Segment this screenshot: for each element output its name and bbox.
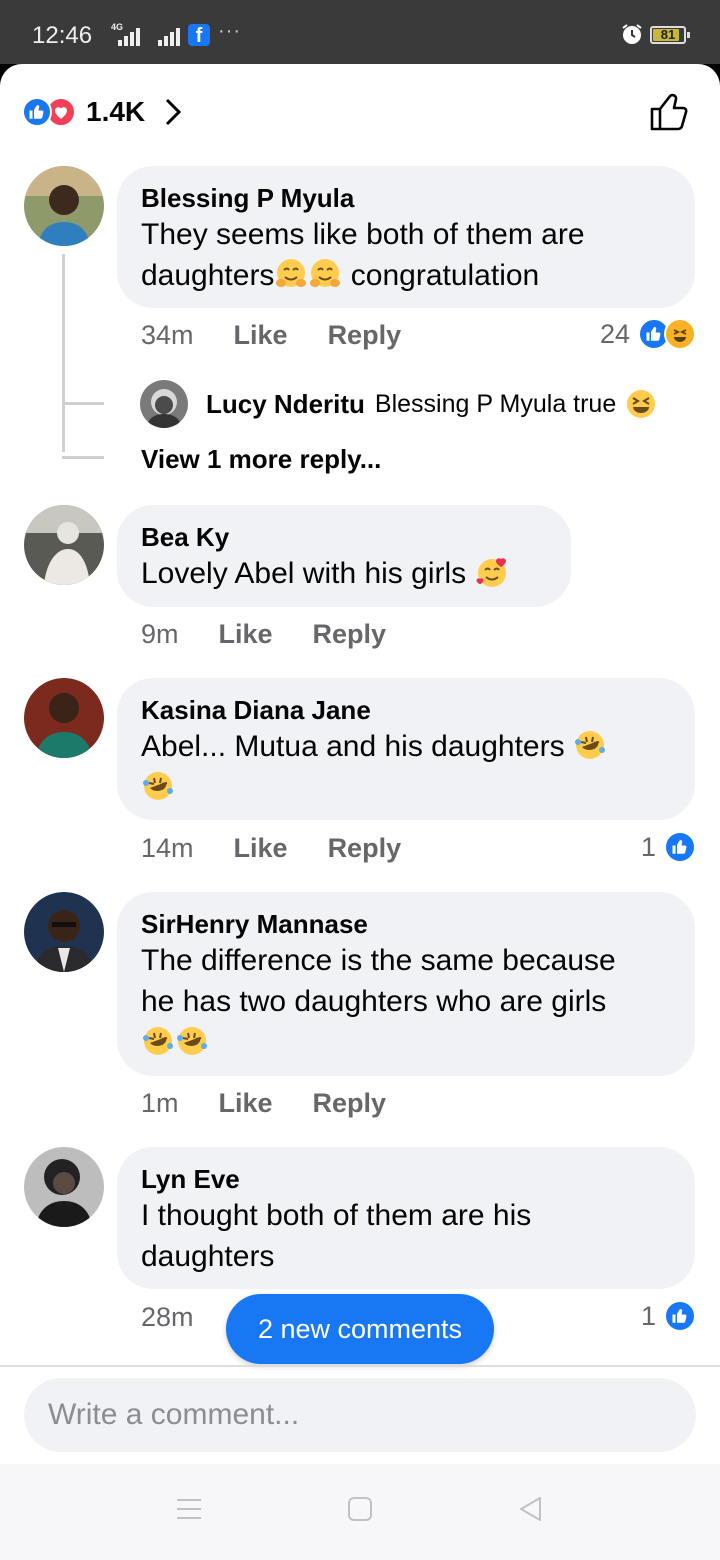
comment-actions: 28m [141, 1302, 194, 1333]
comment-author[interactable]: Bea Ky [141, 521, 547, 553]
comment-bubble[interactable]: Bea Ky Lovely Abel with his girls [117, 505, 571, 607]
reply-text: Blessing P Myula true [374, 389, 617, 418]
facebook-notification-icon: f [188, 24, 210, 47]
status-time: 12:46 [32, 22, 93, 49]
rofl-emoji-icon [574, 731, 605, 759]
back-triangle-icon[interactable] [518, 1496, 544, 1522]
comment-text-line: Abel... Mutua and his daughters [141, 726, 671, 767]
grin-squint-emoji-icon [627, 390, 656, 418]
system-nav-bar [0, 1464, 720, 1560]
more-notifications-icon: ··· [218, 20, 241, 42]
reply-button[interactable]: Reply [313, 619, 387, 650]
thread-line [62, 254, 65, 452]
comment-text: Lovely Abel with his girls [141, 557, 467, 590]
avatar[interactable] [24, 166, 104, 246]
like-button[interactable]: Like [234, 833, 288, 864]
thread-line [62, 402, 104, 405]
haha-icon [664, 318, 696, 350]
like-icon [664, 831, 696, 863]
avatar[interactable] [24, 892, 104, 972]
home-square-icon[interactable] [347, 1496, 373, 1522]
menu-icon[interactable] [176, 1496, 202, 1522]
comment-reaction-count: 1 [640, 831, 656, 862]
comment-text: daughters [141, 259, 275, 292]
like-button[interactable]: Like [234, 320, 288, 351]
comment-actions: 14m Like Reply [141, 833, 401, 864]
comment-text: Abel... Mutua and his daughters [141, 730, 565, 763]
rofl-emoji-icon [143, 1027, 173, 1055]
comment-author[interactable]: Blessing P Myula [141, 182, 671, 214]
avatar[interactable] [140, 380, 188, 428]
reaction-count: 1.4K [86, 96, 146, 127]
comment-text-line: The difference is the same because [141, 944, 616, 977]
rofl-emoji-icon [143, 772, 173, 800]
comment-bubble[interactable]: Blessing P Myula They seems like both of… [117, 166, 695, 308]
reply-button[interactable]: Reply [328, 320, 402, 351]
comment-text-line [141, 767, 671, 808]
hug-emoji-icon [310, 259, 341, 287]
comment-actions: 1m Like Reply [141, 1088, 386, 1119]
reactions-summary[interactable]: 1.4K [22, 92, 183, 132]
comment-input[interactable]: Write a comment... [24, 1378, 696, 1452]
comment-bubble[interactable]: Lyn Eve I thought both of them are his d… [117, 1147, 695, 1289]
reply-button[interactable]: Reply [328, 833, 402, 864]
reply-button[interactable]: Reply [313, 1088, 387, 1119]
comment-input-placeholder: Write a comment... [48, 1398, 300, 1431]
comment-text-line: daughters [141, 1240, 275, 1273]
smiling-face-with-hearts-icon [475, 558, 506, 587]
comment-bubble[interactable]: Kasina Diana Jane Abel... Mutua and his … [117, 678, 695, 820]
comment-text-line: he has two daughters who are girls [141, 985, 607, 1018]
comment-actions: 34m Like Reply [141, 320, 401, 351]
comment-time: 28m [141, 1302, 194, 1332]
rofl-emoji-icon [177, 1027, 207, 1055]
like-icon [664, 1300, 696, 1332]
like-button[interactable]: Like [219, 1088, 273, 1119]
comment-text: congratulation [342, 259, 540, 292]
divider [0, 1365, 720, 1367]
comment-actions: 9m Like Reply [141, 619, 386, 650]
comment-text-line: daughters congratulation [141, 255, 671, 296]
avatar[interactable] [24, 1147, 104, 1227]
hug-emoji-icon [276, 259, 307, 287]
comment-reaction-count: 24 [599, 318, 630, 349]
comment-author[interactable]: SirHenry Mannase [141, 908, 671, 940]
avatar[interactable] [24, 678, 104, 758]
comment-time: 1m [141, 1088, 179, 1118]
like-button[interactable]: Like [219, 619, 273, 650]
reply-author[interactable]: Lucy Nderitu [206, 389, 365, 420]
comment-author[interactable]: Kasina Diana Jane [141, 694, 671, 726]
battery-level: 81 [660, 27, 676, 42]
comments-sheet: 1.4K Blessing P Myula They seems like bo… [0, 64, 720, 1560]
signal-icon [106, 24, 180, 46]
comment-text-line [141, 1022, 671, 1063]
new-comments-button[interactable]: 2 new comments [226, 1294, 494, 1364]
status-bar: 12:46 4G f ··· 81 [0, 0, 720, 64]
chevron-right-icon [166, 98, 182, 126]
reply-preview[interactable]: Lucy Nderitu Blessing P Myula true [140, 379, 658, 429]
comment-time: 9m [141, 619, 179, 649]
comment-reactions[interactable]: 24 [600, 318, 696, 350]
comment-text-line: Lovely Abel with his girls [141, 553, 547, 594]
view-more-replies-link[interactable]: View 1 more reply... [141, 444, 381, 475]
comment-text-line: I thought both of them are his [141, 1199, 532, 1232]
thread-line [62, 456, 104, 459]
comment-reactions[interactable]: 1 [641, 1300, 696, 1332]
thumbs-up-outline-icon[interactable] [648, 90, 692, 134]
comment-author[interactable]: Lyn Eve [141, 1163, 671, 1195]
comment-time: 34m [141, 320, 194, 350]
battery-icon: 81 [650, 26, 690, 44]
comment-bubble[interactable]: SirHenry Mannase The difference is the s… [117, 892, 695, 1076]
like-icon [22, 97, 52, 127]
comment-text-line: They seems like both of them are [141, 218, 585, 251]
comment-reaction-count: 1 [640, 1300, 656, 1331]
comment-time: 14m [141, 833, 194, 863]
alarm-icon [622, 24, 642, 44]
comment-reactions[interactable]: 1 [641, 831, 696, 863]
avatar[interactable] [24, 505, 104, 585]
